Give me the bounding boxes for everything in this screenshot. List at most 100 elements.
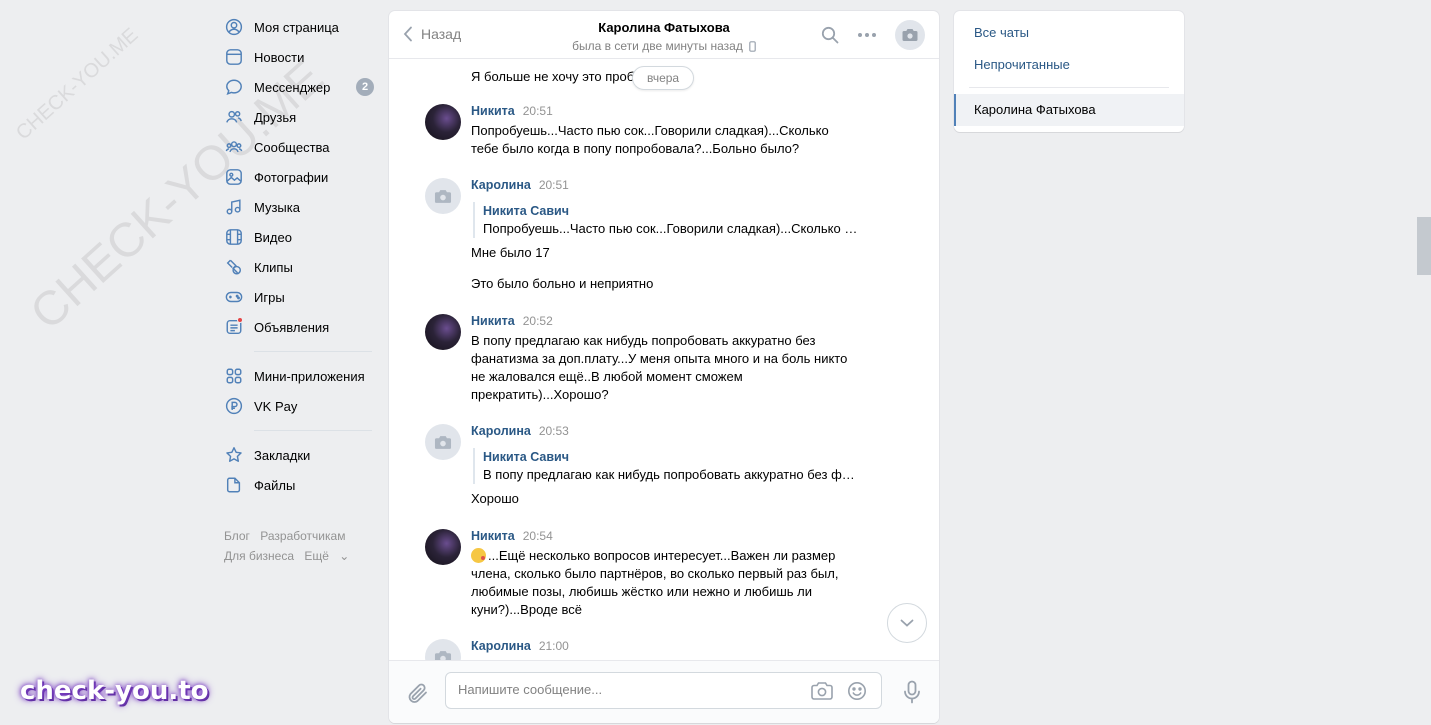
nav-item-messenger[interactable]: Мессенджер 2: [224, 72, 374, 102]
watermark-small: CHECK-YOU.ME: [12, 23, 143, 145]
microphone-icon[interactable]: [903, 680, 921, 704]
quote-author: Никита Савич: [483, 450, 569, 464]
message-input-box[interactable]: [445, 672, 882, 709]
message-text: Это было больно и неприятно: [471, 276, 654, 291]
chat-header: Назад Каролина Фатыхова была в сети две …: [389, 11, 939, 59]
page-scrollbar-thumb[interactable]: [1417, 217, 1431, 275]
avatar[interactable]: [425, 424, 461, 460]
nav-item-photos[interactable]: Фотографии: [224, 162, 374, 192]
active-chat-item[interactable]: Каролина Фатыхова: [954, 94, 1184, 126]
nav-label: Сообщества: [254, 139, 330, 155]
message-group[interactable]: Никита 20:51 Попробуешь...Часто пью сок.…: [425, 104, 865, 158]
kissing-emoji-icon: [471, 548, 486, 563]
peer-avatar[interactable]: [895, 20, 925, 50]
chevron-down-icon: ⌄: [339, 549, 350, 563]
message-group[interactable]: Каролина 21:00: [425, 639, 865, 660]
nav-label: Мессенджер: [254, 79, 331, 95]
nav-item-communities[interactable]: Сообщества: [224, 132, 374, 162]
message-time: 20:52: [522, 314, 553, 328]
footer-link-blog[interactable]: Блог: [224, 529, 250, 543]
message-time: 20:51: [522, 104, 553, 118]
nav-label: Клипы: [254, 259, 293, 275]
file-icon: [224, 475, 244, 495]
reply-quote[interactable]: Никита Савич Попробуешь...Часто пью сок.…: [473, 202, 865, 238]
message-time: 21:00: [538, 639, 569, 653]
avatar[interactable]: [425, 178, 461, 214]
news-icon: [224, 47, 244, 67]
message-author[interactable]: Каролина: [471, 639, 531, 653]
message-author[interactable]: Никита: [471, 104, 515, 118]
nav-item-music[interactable]: Музыка: [224, 192, 374, 222]
reply-quote[interactable]: Никита Савич В попу предлагаю как нибудь…: [473, 448, 865, 484]
camera-icon[interactable]: [811, 681, 833, 701]
nav-item-bookmarks[interactable]: Закладки: [224, 440, 374, 470]
search-icon[interactable]: [821, 26, 839, 44]
message-time: 20:51: [538, 178, 569, 192]
nav-item-vkpay[interactable]: VK Pay: [224, 391, 374, 421]
chat-panel: Назад Каролина Фатыхова была в сети две …: [389, 11, 939, 723]
nav-item-ads[interactable]: Объявления: [224, 312, 374, 342]
message-group[interactable]: Никита 20:52 В попу предлагаю как нибудь…: [425, 314, 865, 404]
messenger-icon: [224, 77, 244, 97]
quote-author: Никита Савич: [483, 204, 569, 218]
chat-filter-panel: Все чаты Непрочитанные Каролина Фатыхова: [954, 11, 1184, 132]
message-author[interactable]: Никита: [471, 529, 515, 543]
video-icon: [224, 227, 244, 247]
nav-item-video[interactable]: Видео: [224, 222, 374, 252]
footer-link-more[interactable]: Ещё ⌄: [304, 549, 356, 563]
nav-label: VK Pay: [254, 398, 298, 414]
nav-label: Файлы: [254, 477, 296, 493]
left-navigation: Моя страница Новости Мессенджер 2 Друзья…: [224, 12, 374, 566]
nav-label: Мини-приложения: [254, 368, 365, 384]
footer-link-business[interactable]: Для бизнеса: [224, 549, 294, 563]
nav-label: Видео: [254, 229, 292, 245]
nav-label: Моя страница: [254, 19, 339, 35]
message-text: Попробуешь...Часто пью сок...Говорили сл…: [471, 123, 829, 156]
footer-link-developers[interactable]: Разработчикам: [260, 529, 345, 543]
nav-label: Закладки: [254, 447, 311, 463]
nav-separator: [254, 351, 372, 352]
clips-icon: [224, 257, 244, 277]
nav-label: Фотографии: [254, 169, 329, 185]
communities-icon: [224, 137, 244, 157]
nav-item-my-page[interactable]: Моя страница: [224, 12, 374, 42]
filter-unread[interactable]: Непрочитанные: [974, 57, 1070, 72]
nav-footer: Блог Разработчикам Для бизнеса Ещё ⌄: [224, 526, 374, 566]
nav-item-files[interactable]: Файлы: [224, 470, 374, 500]
avatar[interactable]: [425, 314, 461, 350]
scroll-down-button[interactable]: [887, 603, 927, 643]
message-group[interactable]: Никита 20:54 ...Ещё несколько вопросов и…: [425, 529, 865, 619]
message-group[interactable]: Каролина 20:53 Никита Савич В попу предл…: [425, 424, 865, 508]
avatar[interactable]: [425, 639, 461, 660]
avatar[interactable]: [425, 104, 461, 140]
avatar[interactable]: [425, 529, 461, 565]
nav-label: Новости: [254, 49, 305, 65]
message-text: Хорошо: [471, 491, 519, 506]
header-actions: [821, 20, 925, 50]
watermark-logo: check-you.to: [20, 676, 209, 706]
friends-icon: [224, 107, 244, 127]
photos-icon: [224, 167, 244, 187]
peer-status-text: была в сети две минуты назад: [572, 39, 743, 53]
peer-status: была в сети две минуты назад: [572, 39, 756, 53]
emoji-icon[interactable]: [847, 681, 867, 701]
active-chat-name: Каролина Фатыхова: [974, 102, 1096, 117]
nav-item-clips[interactable]: Клипы: [224, 252, 374, 282]
message-history[interactable]: Я больше не хочу это проб вчера Никита 2…: [389, 60, 939, 660]
quote-text: Попробуешь...Часто пью сок...Говорили сл…: [483, 221, 859, 236]
paperclip-icon[interactable]: [407, 681, 429, 705]
message-input[interactable]: [458, 682, 798, 697]
ads-notification-dot: [237, 317, 243, 323]
message-text: Я больше не хочу это проб: [471, 69, 635, 84]
nav-item-news[interactable]: Новости: [224, 42, 374, 72]
nav-item-mini-apps[interactable]: Мини-приложения: [224, 361, 374, 391]
message-group[interactable]: Каролина 20:51 Никита Савич Попробуешь..…: [425, 178, 865, 293]
message-author[interactable]: Каролина: [471, 424, 531, 438]
filter-all-chats[interactable]: Все чаты: [974, 25, 1029, 40]
nav-separator: [254, 430, 372, 431]
nav-item-games[interactable]: Игры: [224, 282, 374, 312]
message-author[interactable]: Каролина: [471, 178, 531, 192]
nav-item-friends[interactable]: Друзья: [224, 102, 374, 132]
more-icon[interactable]: [857, 32, 877, 38]
message-author[interactable]: Никита: [471, 314, 515, 328]
